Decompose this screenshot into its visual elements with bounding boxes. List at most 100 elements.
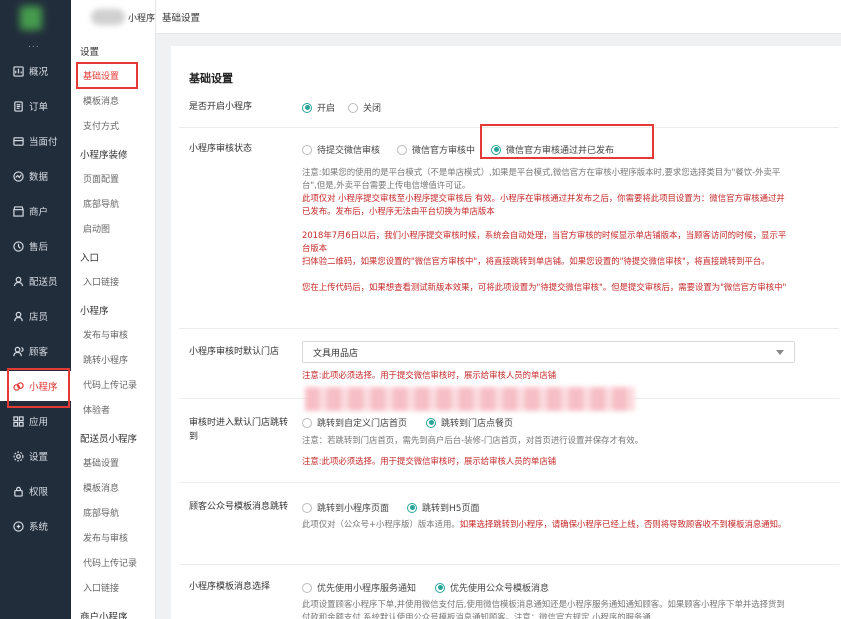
default-store-note: 注意:此项必须选择。用于提交微信审核时，展示给审核人员的单店铺 (302, 370, 557, 380)
sub-nav-item[interactable]: 启动图 (83, 222, 110, 235)
merchant-icon (12, 205, 24, 217)
audit-note-2: 此项仅对 小程序提交审核至小程序提交审核后 有效。小程序在审核通过并发布之后，你… (302, 193, 785, 216)
jump-note-2: 注意:此项必须选择。用于提交微信审核时，展示给审核人员的单店铺 (302, 456, 557, 466)
nav-item-customer[interactable]: 顾客 (0, 336, 71, 366)
sub-nav-item[interactable]: 发布与审核 (83, 531, 128, 544)
open-on-radio[interactable]: 开启 (302, 101, 335, 114)
audit-label: 小程序审核状态 (189, 144, 253, 154)
nav-item-staff[interactable]: 店员 (0, 301, 71, 331)
customer-msg-note-red: 如果选择跳转到小程序，请确保小程序已经上线，否则将导致顾客收不到模板消息通知。 (459, 519, 787, 529)
highlight-box-sub (76, 62, 138, 89)
radio-checked-icon (435, 582, 445, 593)
sub-nav-item[interactable]: 入口链接 (83, 581, 119, 594)
jump-opt1-radio[interactable]: 跳转到自定义门店首页 (302, 416, 407, 429)
nav-item-label: 店员 (29, 312, 49, 323)
sub-nav-item[interactable]: 支付方式 (83, 119, 119, 132)
default-store-label: 小程序审核时默认门店 (189, 347, 280, 357)
highlight-box-nav (7, 368, 70, 408)
audit-note-1: 注意:如果您的使用的是平台模式（不是单店模式）,如果是平台模式,微信官方在审核小… (302, 167, 781, 190)
audit-opt1-radio[interactable]: 待提交微信审核 (302, 143, 380, 156)
customer-msg-opt1-radio[interactable]: 跳转到小程序页面 (302, 501, 389, 514)
radio-unchecked-icon (397, 144, 407, 155)
nav-item-data[interactable]: 数据 (0, 161, 71, 191)
sub-nav-group-title: 设置 (80, 47, 100, 58)
sub-nav-item[interactable]: 模板消息 (83, 94, 119, 107)
jump-note-1: 注意：若跳转到门店首页，需先到商户后台-装修-门店首页，对首页进行设置并保存才有… (302, 435, 644, 445)
radio-unchecked-icon (302, 502, 312, 513)
app-window: ... 概况 订单 当面付 数据 商户 售后 配送员 店员 顾客 小程序 应用 设置 权限 系统 小程序 … (0, 0, 841, 619)
top-bar: 基础设置 (156, 0, 841, 34)
radio-checked-icon (426, 417, 436, 428)
sub-nav-group-title: 入口 (80, 253, 100, 264)
sub-nav-item[interactable]: 底部导航 (83, 506, 119, 519)
msg-choice-note: 此项设置顾客小程序下单,并使用微信支付后,使用微信模板消息通知还是小程序服务通知… (302, 599, 785, 619)
apps-icon (12, 415, 24, 427)
aftersale-icon (12, 240, 24, 252)
data-icon (12, 170, 24, 182)
nav-item-overview[interactable]: 概况 (0, 56, 71, 86)
nav-item-courier[interactable]: 配送员 (0, 266, 71, 296)
msg-choice-label: 小程序模板消息选择 (189, 582, 271, 592)
sub-nav: 小程序 设置 基础设置 模板消息 支付方式 小程序装修 页面配置 底部导航 启动图 入口 入口链接… (71, 0, 156, 619)
jump-opt2-radio[interactable]: 跳转到门店点餐页 (426, 416, 513, 429)
system-icon (12, 520, 24, 532)
sub-nav-item[interactable]: 基础设置 (83, 456, 119, 469)
nav-item-aftersale[interactable]: 售后 (0, 231, 71, 261)
divider (179, 482, 839, 483)
sub-nav-item[interactable]: 跳转小程序 (83, 353, 128, 366)
overview-icon (12, 65, 24, 77)
section-title: 基础设置 (189, 72, 233, 85)
nav-item-pay[interactable]: 当面付 (0, 126, 71, 156)
sub-nav-group-title: 商户小程序 (80, 612, 128, 619)
chevron-down-icon (776, 350, 784, 355)
sub-nav-item[interactable]: 发布与审核 (83, 328, 128, 341)
divider (179, 564, 839, 565)
nav-item-label: 订单 (29, 102, 49, 113)
customer-msg-opt2-radio[interactable]: 跳转到H5页面 (407, 501, 480, 514)
staff-icon (12, 310, 24, 322)
breadcrumb: 基础设置 (162, 12, 201, 24)
sub-nav-item[interactable]: 底部导航 (83, 197, 119, 210)
sub-nav-group-title: 小程序装修 (80, 150, 128, 161)
sub-nav-item[interactable]: 模板消息 (83, 481, 119, 494)
shop-name: 小程序 (71, 0, 156, 34)
sub-nav-item[interactable]: 代码上传记录 (83, 556, 137, 569)
sub-nav-group-title: 小程序 (80, 306, 109, 317)
settings-icon (12, 450, 24, 462)
radio-unchecked-icon (302, 582, 312, 593)
nav-item-order[interactable]: 订单 (0, 91, 71, 121)
redacted-blur (305, 387, 635, 411)
highlight-box-main (480, 124, 654, 159)
audit-note-4: 扫体验二维码，如果您设置的"微信官方审核中"，将直接跳转到单店铺。如果您设置的"… (302, 256, 770, 266)
sub-nav-item[interactable]: 页面配置 (83, 172, 119, 185)
sub-nav-group-title: 配送员小程序 (80, 434, 138, 445)
nav-dots: ... (28, 40, 40, 50)
radio-unchecked-icon (302, 417, 312, 428)
nav-item-lock[interactable]: 权限 (0, 476, 71, 506)
default-store-select[interactable]: 文具用品店 (302, 341, 795, 363)
nav-item-apps[interactable]: 应用 (0, 406, 71, 436)
nav-item-label: 当面付 (29, 137, 58, 148)
nav-item-merchant[interactable]: 商户 (0, 196, 71, 226)
msg-choice-opt2-radio[interactable]: 优先使用公众号模板消息 (435, 581, 549, 594)
nav-item-system[interactable]: 系统 (0, 511, 71, 541)
nav-item-label: 系统 (29, 522, 49, 533)
radio-checked-icon (302, 102, 312, 113)
nav-item-label: 数据 (29, 172, 49, 183)
sub-nav-item[interactable]: 代码上传记录 (83, 378, 137, 391)
main-nav: ... 概况 订单 当面付 数据 商户 售后 配送员 店员 顾客 小程序 应用 设置 权限 系统 (0, 0, 71, 619)
divider (179, 328, 839, 329)
open-label: 是否开启小程序 (189, 102, 253, 112)
shop-name-blurred (91, 9, 125, 25)
jump-label: 审核时进入默认门店跳转到 (189, 418, 289, 442)
sub-nav-item[interactable]: 入口链接 (83, 275, 119, 288)
nav-item-label: 应用 (29, 417, 49, 428)
audit-opt2-radio[interactable]: 微信官方审核中 (397, 143, 475, 156)
open-off-radio[interactable]: 关闭 (348, 101, 381, 114)
msg-choice-opt1-radio[interactable]: 优先使用小程序服务通知 (302, 581, 416, 594)
customer-msg-label: 顾客公众号模板消息跳转 (189, 502, 289, 512)
nav-item-settings[interactable]: 设置 (0, 441, 71, 471)
sub-nav-item[interactable]: 体验者 (83, 403, 110, 416)
audit-note-5: 您在上传代码后，如果想查看测试新版本效果，可将此项设置为"待提交微信审核"。但是… (302, 282, 787, 292)
nav-item-label: 概况 (29, 67, 49, 78)
